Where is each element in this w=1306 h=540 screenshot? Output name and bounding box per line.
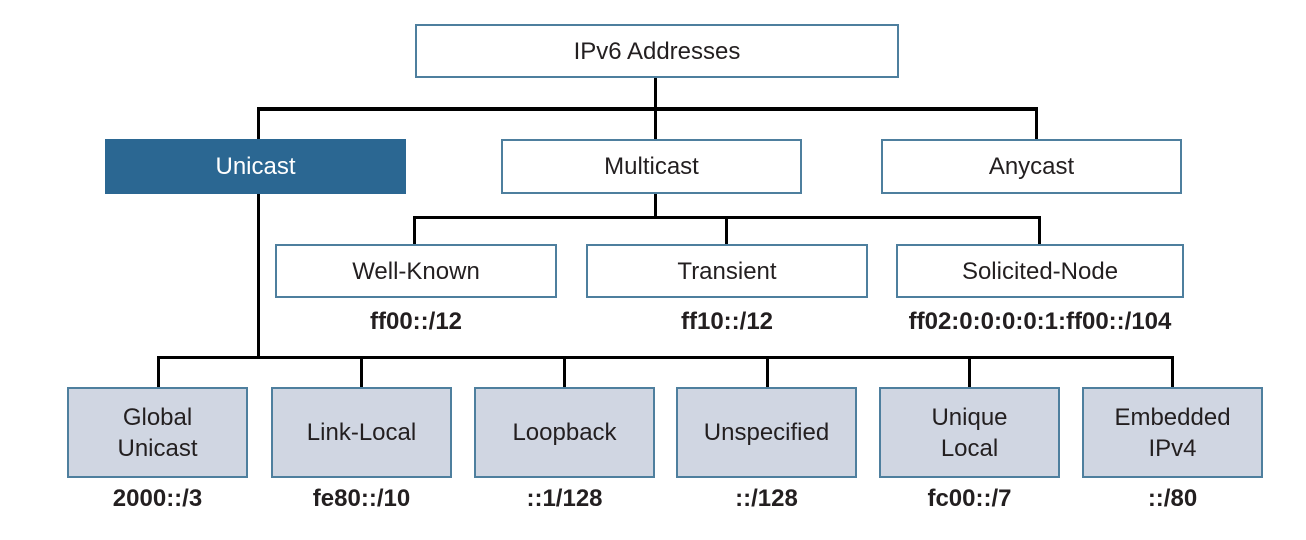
node-solicited-node: Solicited-Node [896,244,1184,298]
connector-to-multicast [654,107,657,140]
node-anycast: Anycast [881,139,1182,194]
node-label: Transient [677,257,777,285]
connector-to-unspecified [766,356,769,388]
connector-root-down [654,77,657,109]
node-well-known: Well-Known [275,244,557,298]
prefix-transient: ff10::/12 [680,308,774,335]
node-label: Multicast [604,153,699,180]
node-loopback: Loopback [474,387,655,478]
prefix-loopback: ::1/128 [526,485,603,512]
connector-to-unicast [257,107,260,140]
prefix-unique-local: fc00::/7 [927,485,1012,512]
connector-unicast-bar [157,356,1174,359]
node-label: Unspecified [703,419,830,446]
node-transient: Transient [586,244,868,298]
connector-to-global-unicast [157,356,160,388]
node-unspecified: Unspecified [676,387,857,478]
node-label: Unique Local [931,403,1008,462]
prefix-embedded-ipv4: ::/80 [1147,485,1198,512]
node-label: Anycast [988,153,1075,180]
connector-to-embedded-ipv4 [1171,356,1174,388]
node-global-unicast: Global Unicast [67,387,248,478]
node-label: Loopback [512,419,617,446]
node-label: Link-Local [306,419,417,446]
connector-to-loopback [563,356,566,388]
prefix-unspecified: ::/128 [735,485,798,512]
node-unique-local: Unique Local [879,387,1060,478]
connector-to-unique-local [968,356,971,388]
connector-unicast-down [257,193,260,359]
node-label: Embedded IPv4 [1114,403,1231,462]
prefix-link-local: fe80::/10 [312,485,411,512]
node-link-local: Link-Local [271,387,452,478]
connector-to-anycast [1035,107,1038,140]
connector-to-transient [725,216,728,245]
node-ipv6-addresses: IPv6 Addresses [415,24,899,78]
connector-multicast-down [654,193,657,218]
node-unicast: Unicast [105,139,406,194]
prefix-solicited-node: ff02:0:0:0:0:1:ff00::/104 [908,308,1172,335]
node-label: IPv6 Addresses [573,37,741,65]
connector-to-solicited-node [1038,216,1041,245]
node-multicast: Multicast [501,139,802,194]
node-embedded-ipv4: Embedded IPv4 [1082,387,1263,478]
connector-to-link-local [360,356,363,388]
node-label: Unicast [215,153,296,180]
connector-level1-bar [257,107,1038,111]
prefix-global-unicast: 2000::/3 [112,485,203,512]
connector-to-well-known [413,216,416,245]
node-label: Global Unicast [117,403,198,462]
node-label: Well-Known [352,257,480,285]
prefix-well-known: ff00::/12 [369,308,463,335]
node-label: Solicited-Node [961,257,1119,285]
